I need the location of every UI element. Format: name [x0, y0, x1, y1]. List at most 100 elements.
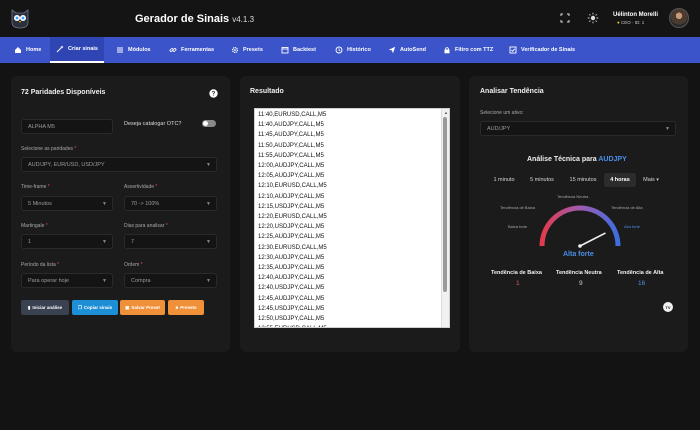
stat-sell-label: Tendência de Baixa — [491, 270, 542, 276]
days-label: Dias para analisar * — [124, 223, 168, 229]
result-line: 11:40,EURUSD,CALL,M5 — [258, 112, 327, 118]
fullscreen-icon[interactable] — [559, 12, 571, 24]
help-icon[interactable]: ? — [209, 89, 218, 98]
chevron-down-icon: ▼ — [665, 126, 670, 132]
gauge-label-neutral: Tendência Neutra — [557, 194, 589, 199]
result-line: 11:55,AUDJPY,CALL,M5 — [258, 152, 324, 159]
tradingview-logo-icon[interactable]: TV — [663, 302, 673, 312]
nav-modulos-label: Módulos — [128, 47, 151, 53]
chevron-down-icon: ▼ — [206, 239, 211, 245]
martingale-label: Martingale * — [21, 223, 48, 229]
nav-criar-sinais[interactable]: Criar sinais — [50, 37, 104, 63]
nav-filtro-ttz[interactable]: Filtro com TTZ — [443, 37, 493, 63]
copy-icon: ❐ — [77, 304, 82, 310]
pairs-select[interactable]: AUD/JPY, EUR/USD, USD/JPY ▼ — [21, 157, 217, 172]
gauge-needle — [579, 232, 606, 247]
martingale-label-text: Martingale — [21, 223, 45, 229]
assert-select[interactable]: 70 -> 100% ▼ — [124, 196, 217, 211]
martingale-value: 1 — [28, 238, 32, 245]
result-textarea[interactable]: ▲ 11:40,EURUSD,CALL,M5 11:40,AUDJPY,CALL,… — [254, 108, 450, 328]
save-preset-button[interactable]: ▣ Salvar Preset — [120, 300, 165, 315]
coin-icon: ● — [617, 20, 620, 25]
order-label: Ordem * — [124, 262, 143, 268]
tab-15-minutos[interactable]: 15 minutos — [563, 173, 603, 187]
home-icon — [15, 47, 21, 53]
signal-list-select[interactable]: ALPHA M5 — [21, 119, 113, 134]
timeframe-label-text: Time-frame — [21, 184, 47, 190]
result-line: 12:45,USDJPY,CALL,M5 — [258, 305, 325, 312]
martingale-select[interactable]: 1 ▼ — [21, 234, 113, 249]
gauge-pivot — [578, 244, 582, 248]
app-version: v4.1.3 — [232, 15, 255, 24]
chart-icon: ▮ — [27, 304, 31, 310]
result-line: 12:55,EURUSD,CALL,M5 — [258, 326, 327, 327]
copy-signals-label: Copiar sinais — [83, 305, 113, 310]
nav-backtest[interactable]: Backtest — [281, 37, 316, 63]
pairs-label: Selecione as paridades * — [21, 146, 76, 152]
tab-4-horas[interactable]: 4 horas — [604, 173, 636, 187]
tab-mais-label: Mais — [643, 177, 655, 183]
save-icon: ▣ — [125, 304, 130, 310]
folder-icon: ■ — [175, 305, 179, 310]
asset-select[interactable]: AUD/JPY ▼ — [480, 121, 676, 136]
copy-signals-button[interactable]: ❐ Copiar sinais — [72, 300, 118, 315]
scrollbar[interactable]: ▲ — [441, 109, 449, 327]
tab-mais[interactable]: Mais ▾ — [638, 173, 664, 187]
chevron-down-icon: ▼ — [102, 201, 107, 207]
main-navbar: Home Criar sinais Módulos Ferramentas Pr… — [0, 37, 700, 63]
chevron-down-icon: ▼ — [206, 278, 211, 284]
result-line: 12:30,EURUSD,CALL,M5 — [258, 244, 327, 251]
chevron-down-icon: ▼ — [206, 162, 211, 168]
gauge-label-buy: Tendência de Alta — [611, 205, 643, 210]
assert-label-text: Assertividade — [124, 184, 155, 190]
nav-ferramentas[interactable]: Ferramentas — [169, 37, 214, 63]
assert-label: Assertividade * — [124, 184, 157, 190]
nav-modulos[interactable]: Módulos — [116, 37, 151, 63]
calendar-icon — [281, 47, 289, 54]
period-value: Para operar hoje — [28, 277, 69, 284]
user-name[interactable]: Uélinton Morelli — [613, 12, 658, 18]
nav-presets[interactable]: Presets — [231, 37, 263, 63]
scroll-up-arrow-icon[interactable]: ▲ — [444, 110, 448, 115]
required-mark: * — [155, 184, 158, 190]
app-title: Gerador de Sinais v4.1.3 — [135, 13, 254, 25]
scrollbar-thumb[interactable] — [443, 117, 447, 292]
result-line: 12:50,USDJPY,CALL,M5 — [258, 316, 325, 322]
stat-buy-label: Tendência de Alta — [617, 270, 664, 276]
magic-wand-icon — [56, 45, 64, 53]
nav-home[interactable]: Home — [14, 37, 41, 63]
pairs-value: AUD/JPY, EUR/USD, USD/JPY — [28, 161, 105, 168]
chevron-down-icon: ▼ — [102, 278, 107, 284]
start-analysis-button[interactable]: ▮ Iniciar análise — [21, 300, 69, 315]
order-select[interactable]: Compra ▼ — [124, 273, 217, 288]
required-mark: * — [47, 184, 50, 190]
tab-1-minuto[interactable]: 1 minuto — [486, 173, 522, 187]
nav-historico-label: Histórico — [347, 47, 371, 53]
order-value: Compra — [131, 277, 151, 284]
timeframe-select[interactable]: 5 Minutos ▼ — [21, 196, 113, 211]
nav-filtro-ttz-label: Filtro com TTZ — [455, 47, 494, 53]
chevron-down-icon: ▾ — [656, 177, 659, 183]
nav-verificador[interactable]: Verificador de Sinais — [509, 37, 575, 63]
result-line: 12:35,AUDJPY,CALL,M5 — [258, 265, 325, 271]
stat-sell-value: 1 — [516, 280, 520, 287]
days-select[interactable]: 7 ▼ — [124, 234, 217, 249]
theme-sun-icon[interactable] — [587, 12, 599, 24]
owl-logo-icon — [11, 9, 29, 29]
days-label-text: Dias para analisar — [124, 223, 165, 229]
nav-autosend[interactable]: AutoSend — [388, 37, 426, 63]
result-line: 12:25,AUDJPY,CALL,M5 — [258, 234, 325, 241]
tab-5-minutos[interactable]: 5 minutos — [523, 173, 561, 187]
presets-button[interactable]: ■ Presets — [168, 300, 204, 315]
analysis-heading: Análise Técnica para AUDJPY — [527, 156, 627, 163]
chevron-down-icon: ▼ — [102, 239, 107, 245]
save-preset-label: Salvar Preset — [131, 305, 160, 310]
nav-historico[interactable]: Histórico — [335, 37, 371, 63]
period-label-text: Período da lista — [21, 262, 56, 268]
period-select[interactable]: Para operar hoje ▼ — [21, 273, 113, 288]
asset-label: Selecione um ativo: — [480, 110, 524, 116]
avatar[interactable] — [669, 8, 689, 28]
pairs-available-title: 72 Paridades Disponíveis — [21, 89, 106, 96]
analysis-prefix: Análise Técnica para — [527, 156, 599, 163]
otc-toggle[interactable] — [202, 120, 216, 127]
